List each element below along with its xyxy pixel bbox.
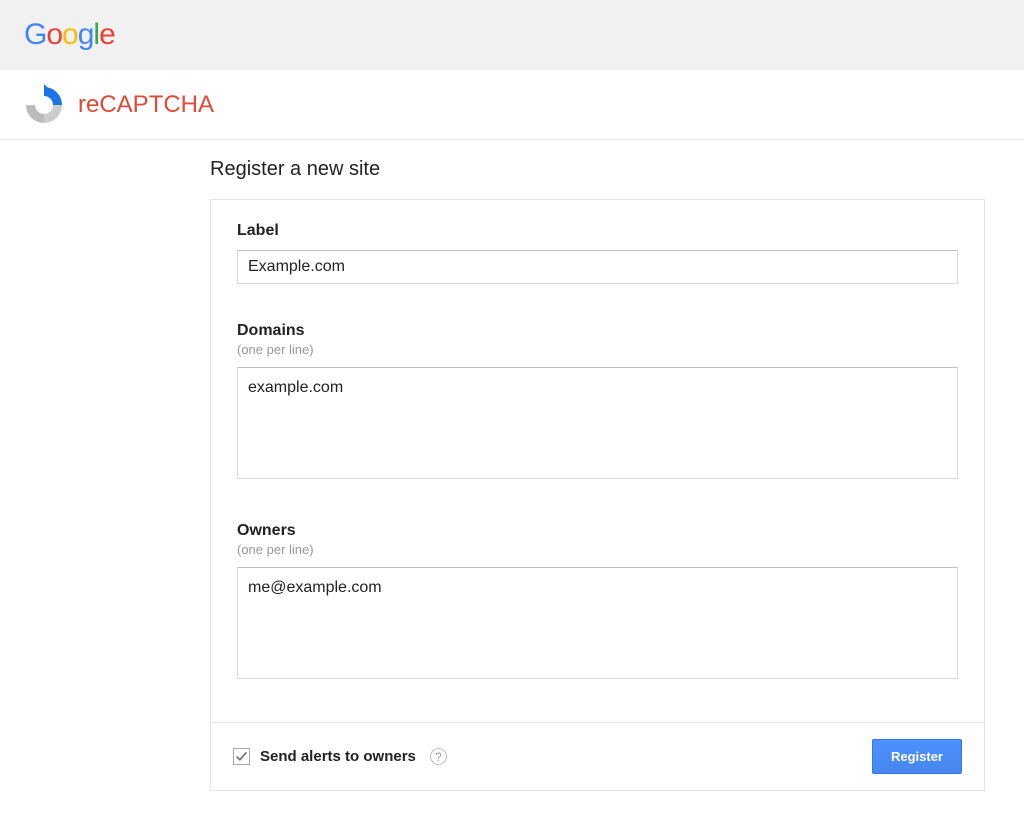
google-logo-letter: o <box>62 18 78 51</box>
form-body: Label Domains (one per line) Owners (one… <box>211 200 984 722</box>
google-logo-letter: o <box>46 18 62 51</box>
owners-field-label: Owners <box>237 522 958 540</box>
google-logo: Google <box>24 18 115 51</box>
owners-textarea[interactable] <box>237 567 958 679</box>
register-form-card: Label Domains (one per line) Owners (one… <box>210 199 985 791</box>
label-input[interactable] <box>237 250 958 284</box>
recaptcha-title: reCAPTCHA <box>78 91 214 119</box>
page-title: Register a new site <box>210 158 985 181</box>
domains-field-label: Domains <box>237 322 958 340</box>
label-group: Label <box>237 222 958 284</box>
register-button[interactable]: Register <box>872 739 962 774</box>
content: Register a new site Label Domains (one p… <box>0 140 985 791</box>
footer-left: Send alerts to owners ? <box>233 748 447 765</box>
label-field-label: Label <box>237 222 958 240</box>
send-alerts-checkbox[interactable] <box>233 748 250 765</box>
form-footer: Send alerts to owners ? Register <box>211 722 984 790</box>
send-alerts-label: Send alerts to owners <box>260 748 416 765</box>
domains-group: Domains (one per line) <box>237 322 958 484</box>
help-icon[interactable]: ? <box>430 748 447 765</box>
owners-field-hint: (one per line) <box>237 542 958 557</box>
domains-field-hint: (one per line) <box>237 342 958 357</box>
google-logo-letter: e <box>99 18 115 51</box>
google-logo-letter: g <box>78 18 94 51</box>
subheader: reCAPTCHA <box>0 70 1024 140</box>
topbar: Google <box>0 0 1024 70</box>
google-logo-letter: G <box>24 18 46 51</box>
recaptcha-icon <box>20 81 68 129</box>
owners-group: Owners (one per line) <box>237 522 958 684</box>
domains-textarea[interactable] <box>237 367 958 479</box>
